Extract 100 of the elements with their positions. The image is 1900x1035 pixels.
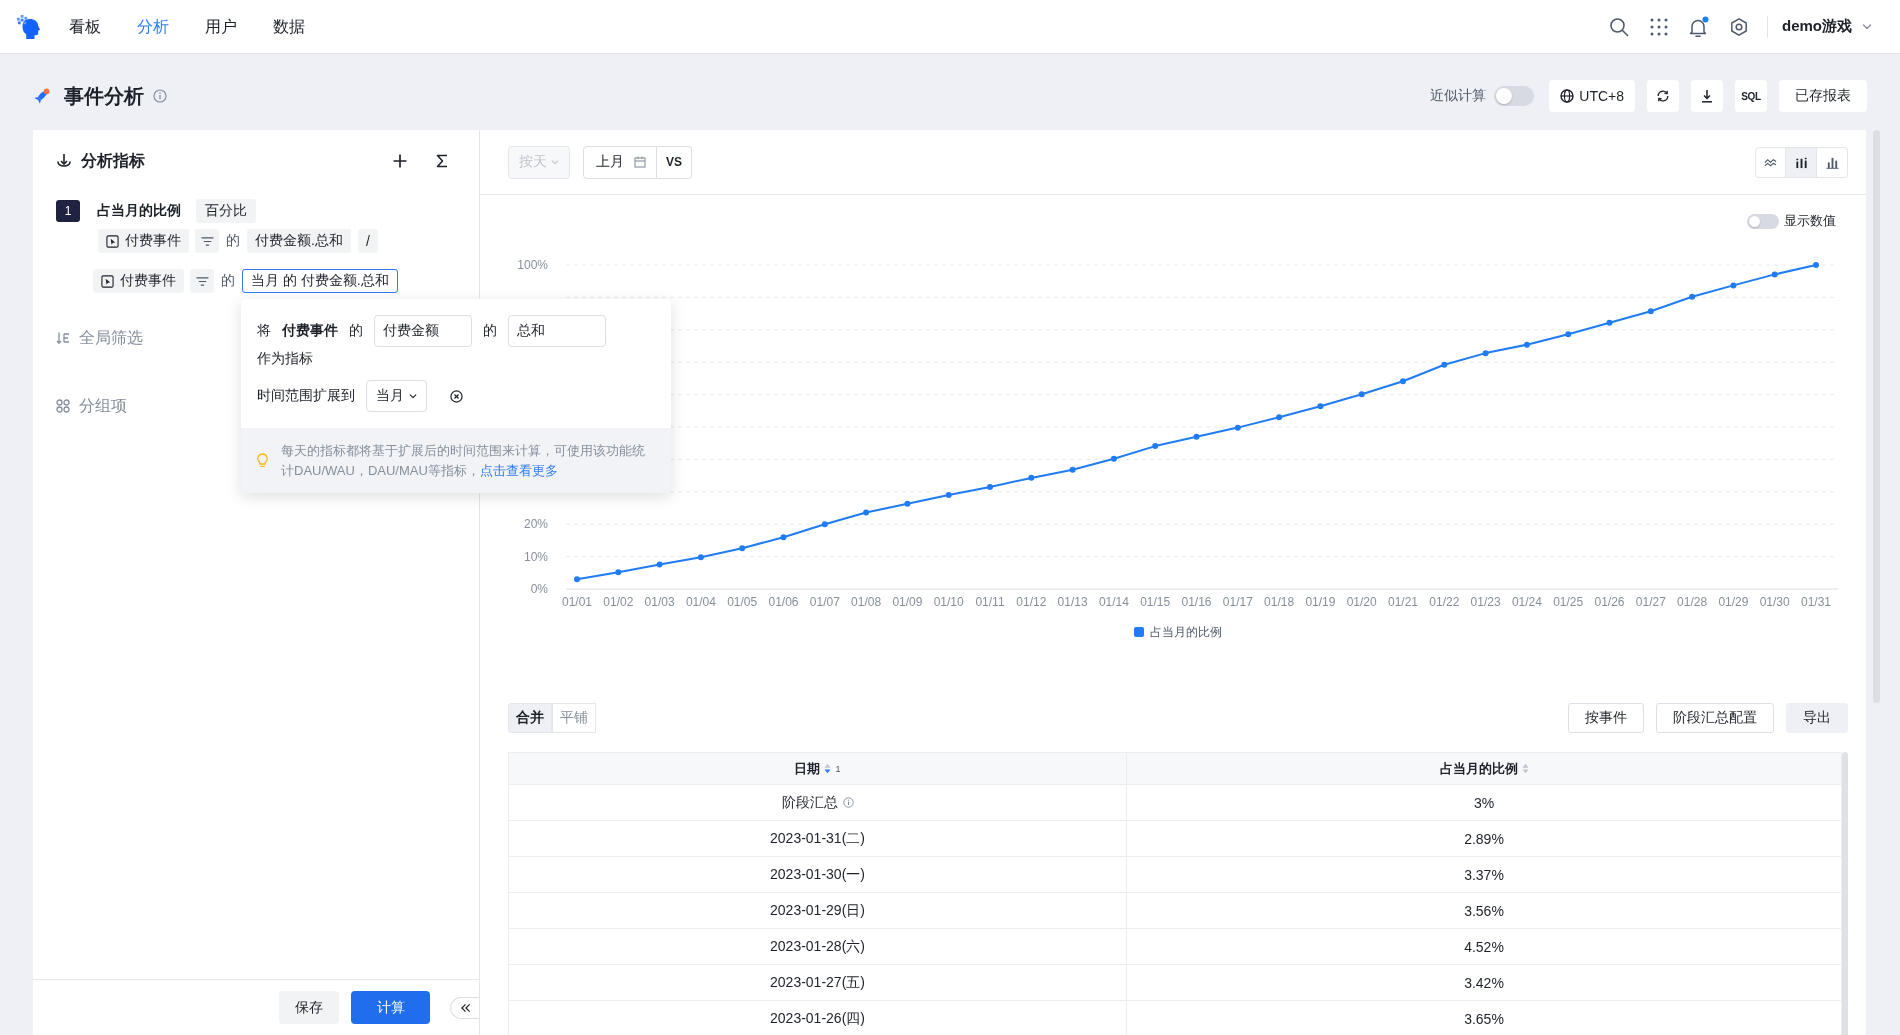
scrollbar-thumb[interactable] [1842, 752, 1848, 1035]
x-axis-label: 01/25 [1553, 595, 1584, 609]
label-text: 时间范围扩展到 [257, 387, 355, 405]
download-button[interactable] [1691, 80, 1723, 112]
data-point [1193, 433, 1200, 440]
approx-toggle[interactable] [1494, 86, 1535, 106]
data-point [1358, 391, 1365, 398]
x-axis-label: 01/26 [1594, 595, 1625, 609]
compare-button[interactable]: VS [657, 145, 692, 179]
refresh-button[interactable] [1647, 80, 1679, 112]
sort-icon[interactable] [824, 763, 832, 774]
filter-button[interactable] [190, 269, 214, 293]
metric-index-badge: 1 [56, 200, 80, 222]
data-point [987, 483, 993, 490]
saved-reports-button[interactable]: 已存报表 [1779, 80, 1867, 112]
data-point [1771, 271, 1778, 278]
event-selector[interactable]: 付费事件 [98, 229, 189, 253]
date-range-button[interactable]: 上月 [583, 145, 657, 179]
chart-type-button[interactable] [1786, 146, 1817, 178]
four-circles-icon [56, 399, 70, 413]
toolbar-button[interactable]: 阶段汇总配置 [1656, 703, 1774, 733]
column-header[interactable]: 占当月的比例 [1127, 752, 1842, 785]
operator-tag[interactable]: / [357, 229, 378, 253]
save-button[interactable]: 保存 [279, 991, 339, 1024]
data-point [863, 509, 870, 516]
x-axis-label: 01/23 [1470, 595, 1501, 609]
refresh-icon [1656, 89, 1670, 103]
learn-more-link[interactable]: 点击查看更多 [479, 462, 558, 478]
label-text: 作为指标 [257, 349, 313, 368]
toggle-label: 近似计算 [1430, 87, 1487, 105]
data-point [697, 554, 704, 561]
clear-icon[interactable] [450, 389, 463, 403]
x-axis-label: 01/09 [892, 595, 923, 609]
event-selector[interactable]: 付费事件 [93, 269, 184, 293]
column-header[interactable]: 日期 1 [509, 752, 1127, 785]
x-axis-label: 01/28 [1677, 595, 1708, 609]
compute-button[interactable]: 计算 [351, 991, 430, 1024]
data-point [1110, 455, 1117, 462]
x-axis-label: 01/12 [1016, 595, 1047, 609]
x-axis-label: 01/02 [603, 595, 634, 609]
nav-tab[interactable]: 用户 [187, 11, 255, 42]
project-dropdown[interactable]: demo游戏 [1782, 11, 1872, 42]
show-values-toggle[interactable] [1747, 213, 1779, 229]
label-text: 将 [257, 322, 271, 340]
page-title: 事件分析 [64, 83, 144, 109]
sql-button[interactable]: SQL [1735, 80, 1767, 112]
x-axis-label: 01/24 [1511, 595, 1542, 609]
nav-tab[interactable]: 分析 [119, 11, 187, 42]
table-cell: 2023-01-27(五) [509, 965, 1127, 1001]
timezone-button[interactable]: UTC+8 [1549, 80, 1635, 112]
table-cell: 2.89% [1127, 821, 1842, 857]
x-axis-label: 01/22 [1429, 595, 1460, 609]
x-axis-label: 01/07 [809, 595, 840, 609]
toolbar-button[interactable]: 按事件 [1568, 703, 1644, 733]
head-logo[interactable] [17, 14, 41, 39]
x-axis-label: 01/05 [727, 595, 758, 609]
period-select[interactable]: 当月 [366, 380, 427, 412]
nav-tab[interactable]: 数据 [255, 11, 323, 42]
connector-text: 的 [483, 322, 497, 340]
settings-icon[interactable] [1729, 16, 1749, 37]
field-select[interactable]: 付费金额 [374, 315, 472, 347]
metric-name[interactable]: 占当月的比例 [97, 202, 181, 220]
aggregate-select[interactable]: 总和 [508, 315, 606, 347]
x-axis-label: 01/31 [1801, 595, 1831, 609]
x-axis-label: 01/16 [1181, 595, 1212, 609]
caret-icon [551, 159, 559, 165]
x-axis-label: 01/03 [644, 595, 675, 609]
chart-type-button[interactable] [1817, 146, 1848, 178]
format-tag[interactable]: 百分比 [196, 199, 256, 223]
view-tab[interactable]: 合并 [508, 703, 552, 733]
x-axis-label: 01/30 [1759, 595, 1790, 609]
sigma-icon[interactable] [434, 153, 450, 169]
data-point [1441, 361, 1448, 368]
bell-icon[interactable] [1687, 15, 1709, 38]
globe-icon [1560, 89, 1575, 103]
measure-selector[interactable]: 付费金额.总和 [247, 229, 351, 253]
x-axis-label: 01/15 [1140, 595, 1171, 609]
x-axis-label: 01/20 [1346, 595, 1377, 609]
data-point [904, 500, 911, 507]
data-point [821, 521, 828, 528]
nav-tab[interactable]: 看板 [51, 11, 119, 42]
dot-grid-icon[interactable] [1649, 16, 1669, 37]
filter-button[interactable] [195, 229, 219, 253]
measure-selector[interactable]: 当月 的 付费金额.总和 [242, 269, 398, 293]
toolbar-button[interactable]: 导出 [1786, 703, 1848, 733]
y-axis-label: 20% [523, 517, 548, 532]
x-axis-label: 01/17 [1222, 595, 1253, 609]
data-point [1276, 414, 1283, 421]
collapse-button[interactable] [450, 996, 479, 1019]
bar-chart-icon [1825, 155, 1839, 169]
search-icon[interactable] [1609, 16, 1629, 37]
y-axis-label: 0% [530, 582, 548, 596]
anchor-arrow-icon [56, 153, 72, 169]
plus-icon[interactable] [392, 153, 408, 169]
data-point [1400, 378, 1406, 385]
data-point [1523, 341, 1530, 348]
data-point [1565, 331, 1572, 338]
table-cell: 2023-01-28(六) [509, 929, 1127, 965]
data-point [945, 492, 952, 499]
data-point [1152, 443, 1159, 450]
